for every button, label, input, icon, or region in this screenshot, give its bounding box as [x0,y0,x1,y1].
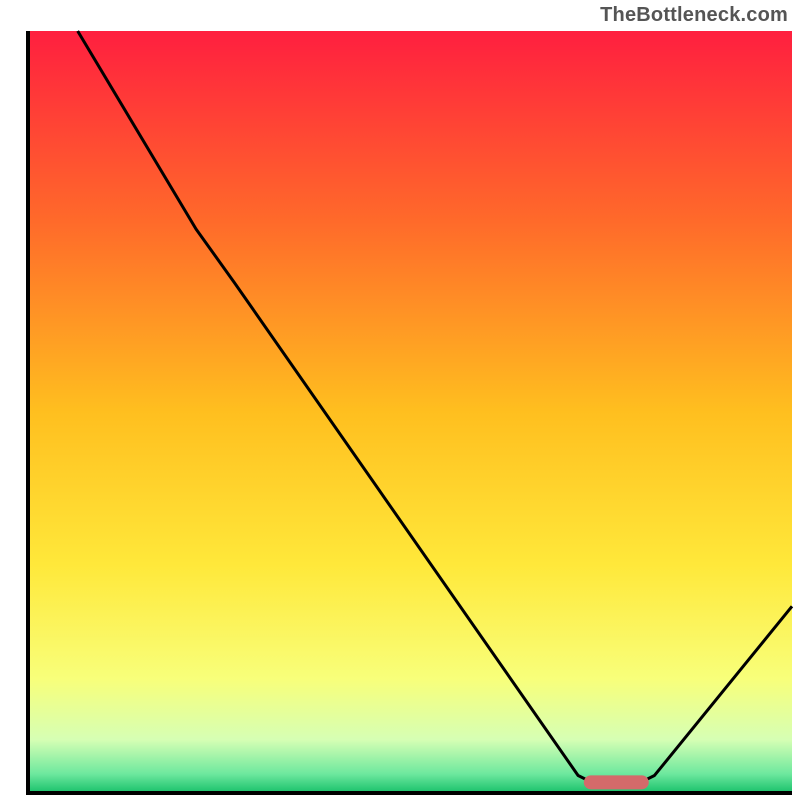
plot-background [28,31,792,793]
chart-container: TheBottleneck.com [0,0,800,800]
optimum-marker [584,775,649,789]
bottleneck-chart [0,0,800,800]
